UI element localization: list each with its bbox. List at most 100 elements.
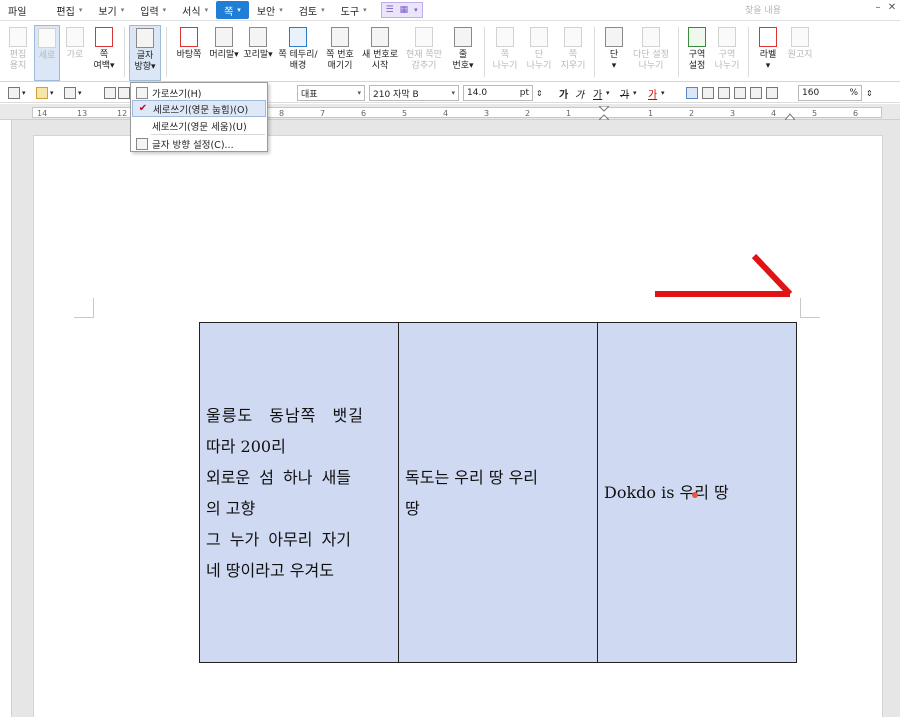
document-table[interactable]: 울릉도 동남쪽 뱃길 따라 200리 외로운 섬 하나 새들 의 고향 그 누가… [199,322,797,663]
new-document-icon[interactable] [8,87,20,99]
menu-tools[interactable]: 도구 ▾ [333,1,375,19]
align-divide-icon[interactable] [766,87,778,99]
section-break-button[interactable]: 구역 나누기 [712,25,742,81]
chevron-down-icon[interactable]: ▾ [78,85,82,101]
underline-button[interactable]: 가 [593,85,602,101]
edit-paper-button[interactable]: 편집 용지 [4,25,32,81]
page-break-button[interactable]: 쪽 나누기 [489,25,521,81]
manuscript-label: 원고지 [787,50,813,60]
line-number-button[interactable]: 줄 번호▾ [447,25,479,81]
footer-button[interactable]: 꼬리말▾ [241,25,275,81]
cell-line: 독도는 우리 땅 우리 [405,467,539,487]
ruler-number: 6 [853,109,859,118]
ribbon-separator [594,27,595,77]
font-size-value: 14.0 [467,88,488,98]
font-size-stepper[interactable]: ⇕ [536,85,543,101]
menu-view[interactable]: 보기 ▾ [90,1,132,19]
page-number-icon [331,27,349,47]
landscape-button[interactable]: 가로 [62,25,88,81]
new-number-button[interactable]: 새 번호로 시작 [359,25,401,81]
font-select[interactable]: 210 자막 B ▾ [369,85,459,101]
edit-paper-label: 편집 용지 [9,50,27,71]
delete-page-button[interactable]: 쪽 지우기 [557,25,589,81]
zoom-field[interactable]: 160 % [798,85,862,101]
align-distribute-icon[interactable] [750,87,762,99]
list-view-icon[interactable]: ☰ [386,5,394,15]
section-settings-icon [688,27,706,47]
menu-page[interactable]: 쪽 ▾ [216,1,249,19]
menu-edit[interactable]: 편집 ▾ [48,1,90,19]
menu-insert[interactable]: 입력 ▾ [132,1,174,19]
columns-button[interactable]: 단 ▾ [599,25,629,81]
menu-review[interactable]: 검토 ▾ [291,1,333,19]
chevron-down-icon[interactable]: ▾ [633,85,637,101]
portrait-button[interactable]: 세로 [34,25,60,81]
chevron-down-icon[interactable]: ▾ [661,85,665,101]
font-size-field[interactable]: 14.0 pt [463,85,533,101]
close-button[interactable]: ✕ [886,2,898,16]
vertical-ruler[interactable] [0,120,12,717]
print-icon[interactable] [104,87,116,99]
page-margin-button[interactable]: 쪽 여백▾ [90,25,118,81]
chevron-down-icon: ▾ [357,89,361,97]
header-label: 머리말▾ [209,50,239,60]
hide-page-button[interactable]: 현재 쪽만 감추기 [403,25,445,81]
ruler-number: 3 [484,109,490,118]
manuscript-button[interactable]: 원고지 [785,25,815,81]
search-input[interactable]: 찾을 내용 [745,3,865,17]
align-justify-icon[interactable] [686,87,698,99]
ruler-number: 2 [525,109,531,118]
align-right-icon[interactable] [734,87,746,99]
font-color-button[interactable]: 가 [648,85,657,101]
chevron-down-icon[interactable]: ▾ [50,85,54,101]
menu-format[interactable]: 서식 ▾ [174,1,216,19]
menu-item-vertical-rotated[interactable]: ✔ 세로쓰기(영문 눕힘)(O) [132,100,266,117]
column-break-label: 단 나누기 [526,50,552,71]
footer-icon [249,27,267,47]
menu-item-label: 세로쓰기(영문 눕힘)(O) [153,104,249,116]
right-indent-marker-icon[interactable] [785,112,795,120]
indent-marker-icon[interactable] [599,106,609,120]
paper-icon [9,27,27,47]
strikethrough-button[interactable]: 가 [620,85,629,101]
ruler-number: 3 [730,109,736,118]
page-number-button[interactable]: 쪽 번호 매기기 [321,25,359,81]
print-preview-icon[interactable] [118,87,130,99]
multi-column-button[interactable]: 다단 설정 나누기 [629,25,673,81]
cell-line: 울릉도 동남쪽 뱃길 [206,405,364,425]
master-page-button[interactable]: 바탕쪽 [171,25,207,81]
menu-item-vertical-upright[interactable]: 세로쓰기(영문 세움)(U) [132,117,266,134]
label-button[interactable]: 라벨 ▾ [753,25,783,81]
grid-view-icon[interactable]: ▦ [400,5,409,15]
header-button[interactable]: 머리말▾ [207,25,241,81]
page-border-button[interactable]: 쪽 테두리/ 배경 [275,25,321,81]
ruler-number: 1 [566,109,572,118]
save-icon[interactable] [64,87,76,99]
master-page-label: 바탕쪽 [176,50,202,60]
cell-line: 네 땅이라고 우겨도 [206,560,334,580]
open-folder-icon[interactable] [36,87,48,99]
table-cell[interactable]: 울릉도 동남쪽 뱃길 따라 200리 외로운 섬 하나 새들 의 고향 그 누가… [199,322,399,663]
menu-item-direction-settings[interactable]: 글자 방향 설정(C)... [132,135,266,152]
chevron-down-icon[interactable]: ▾ [606,85,610,101]
align-left-icon[interactable] [702,87,714,99]
align-center-icon[interactable] [718,87,730,99]
style-select[interactable]: 대표 ▾ [297,85,365,101]
chevron-down-icon[interactable]: ▾ [22,85,26,101]
zoom-stepper[interactable]: ⇕ [866,85,873,101]
new-number-icon [371,27,389,47]
column-break-button[interactable]: 단 나누기 [523,25,555,81]
cell-text: 울릉도 동남쪽 뱃길 따라 200리 외로운 섬 하나 새들 의 고향 그 누가… [206,400,364,586]
text-direction-button[interactable]: 글자 방향▾ [129,25,161,81]
table-cell[interactable]: Dokdo is 우리 땅 [597,322,797,663]
italic-button[interactable]: 가 [575,85,584,101]
minimize-button[interactable]: – [872,2,884,16]
menu-file[interactable]: 파일 [0,1,34,19]
bold-button[interactable]: 가 [559,85,568,101]
page-border-icon [289,27,307,47]
menu-security[interactable]: 보안 ▾ [249,1,291,19]
view-mode-buttons[interactable]: ☰ ▦ ▾ [380,2,423,18]
table-cell[interactable]: 독도는 우리 땅 우리 땅 [398,322,598,663]
section-settings-button[interactable]: 구역 설정 [682,25,712,81]
menu-item-horizontal[interactable]: 가로쓰기(H) [132,84,266,101]
